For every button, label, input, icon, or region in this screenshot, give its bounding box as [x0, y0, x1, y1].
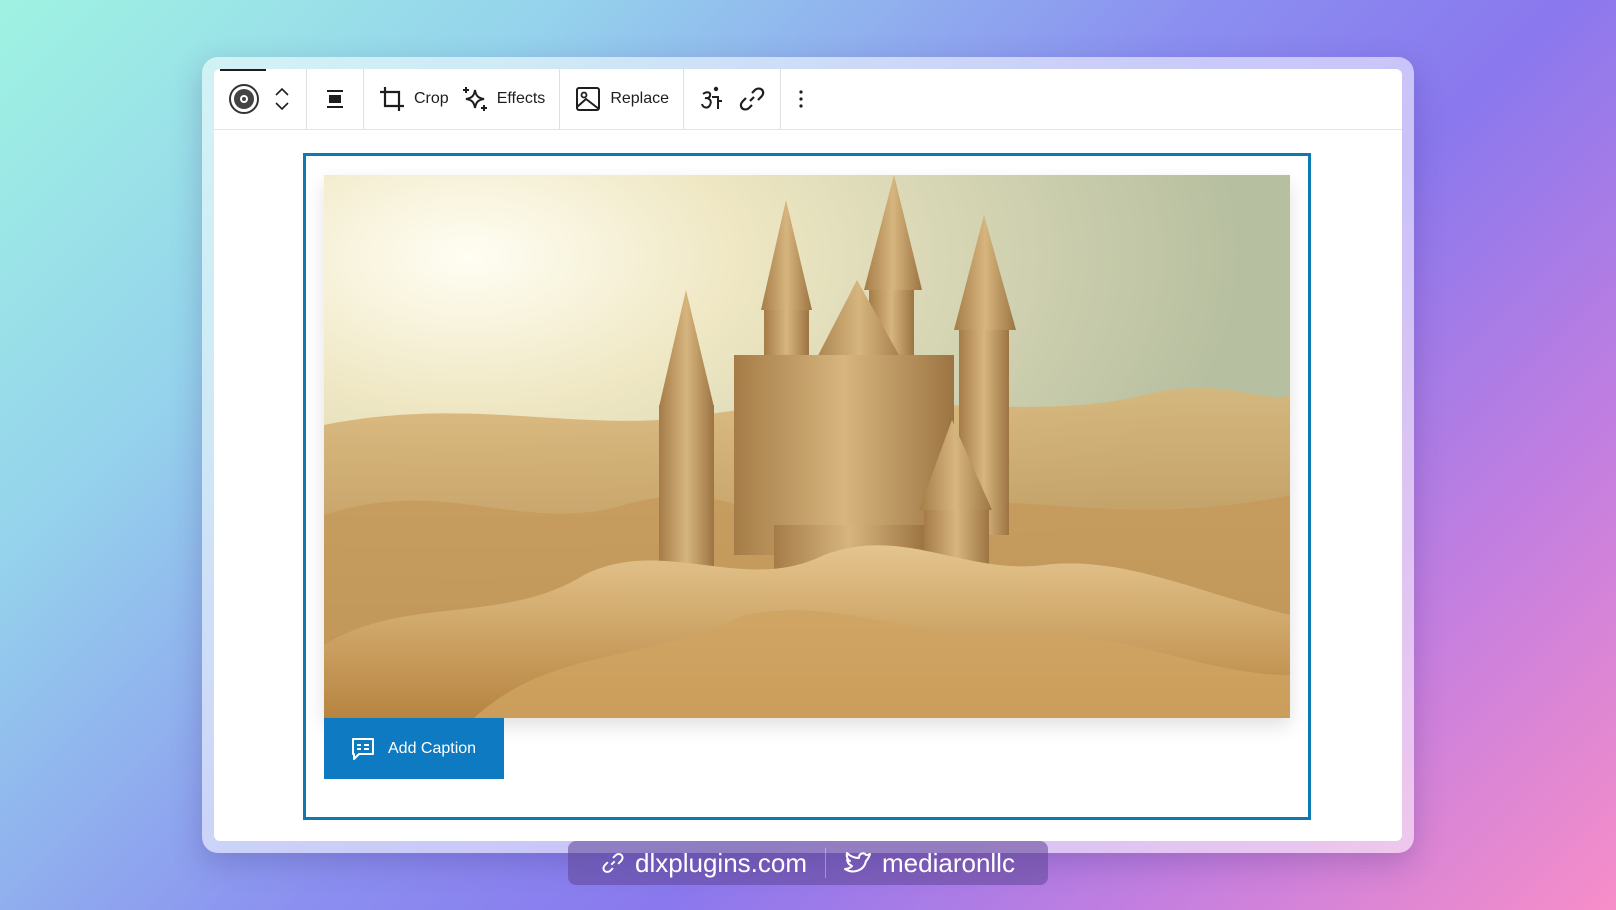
website-text: dlxplugins.com: [635, 847, 808, 878]
alt-text-button[interactable]: [692, 77, 732, 121]
active-indicator: [220, 69, 266, 71]
twitter-handle: mediaronllc: [882, 847, 1015, 878]
chevron-down-icon[interactable]: [274, 101, 290, 111]
toolbar-group-align: [307, 69, 364, 129]
chevron-up-icon[interactable]: [274, 87, 290, 97]
toolbar-group-block: [214, 69, 307, 129]
link-button[interactable]: [732, 77, 772, 121]
twitter-bird-icon: [844, 852, 872, 873]
caption-icon: [352, 737, 374, 760]
effects-label: Effects: [496, 90, 546, 107]
accessibility-icon: [701, 86, 723, 109]
footer-separator: [825, 848, 827, 878]
more-vertical-icon: [799, 90, 803, 108]
link-icon: [602, 853, 624, 873]
block-type-button[interactable]: [222, 77, 266, 121]
align-button[interactable]: [315, 77, 355, 121]
toolbar-group-replace: Replace: [560, 69, 685, 129]
add-caption-button[interactable]: Add Caption: [324, 718, 504, 779]
media-block-icon: [229, 84, 259, 114]
sparkles-icon: [462, 87, 487, 111]
toolbar-group-meta: [684, 69, 782, 129]
sandcastle-image[interactable]: [324, 175, 1290, 718]
add-caption-label: Add Caption: [388, 739, 477, 757]
footer-credits: dlxplugins.com mediaronllc: [568, 841, 1048, 885]
toolbar-group-more: [781, 69, 821, 129]
toolbar-group-edit: Crop Effects: [364, 69, 561, 129]
replace-button[interactable]: Replace: [568, 77, 675, 121]
block-movers: [266, 87, 298, 111]
image-illustration: [324, 175, 1290, 718]
more-options-button[interactable]: [789, 77, 813, 121]
twitter-credit[interactable]: mediaronllc: [844, 848, 1015, 879]
website-credit[interactable]: dlxplugins.com: [601, 848, 807, 879]
image-icon: [576, 87, 601, 111]
effects-button[interactable]: Effects: [455, 77, 552, 121]
block-toolbar: Crop Effects Replace: [214, 69, 1402, 130]
crop-icon: [380, 87, 404, 111]
link-icon: [739, 87, 765, 111]
crop-label: Crop: [414, 90, 449, 107]
editor-window: Crop Effects Replace Add Caption: [214, 69, 1402, 841]
replace-label: Replace: [610, 90, 670, 107]
crop-button[interactable]: Crop: [372, 77, 455, 121]
align-center-icon: [327, 90, 343, 108]
